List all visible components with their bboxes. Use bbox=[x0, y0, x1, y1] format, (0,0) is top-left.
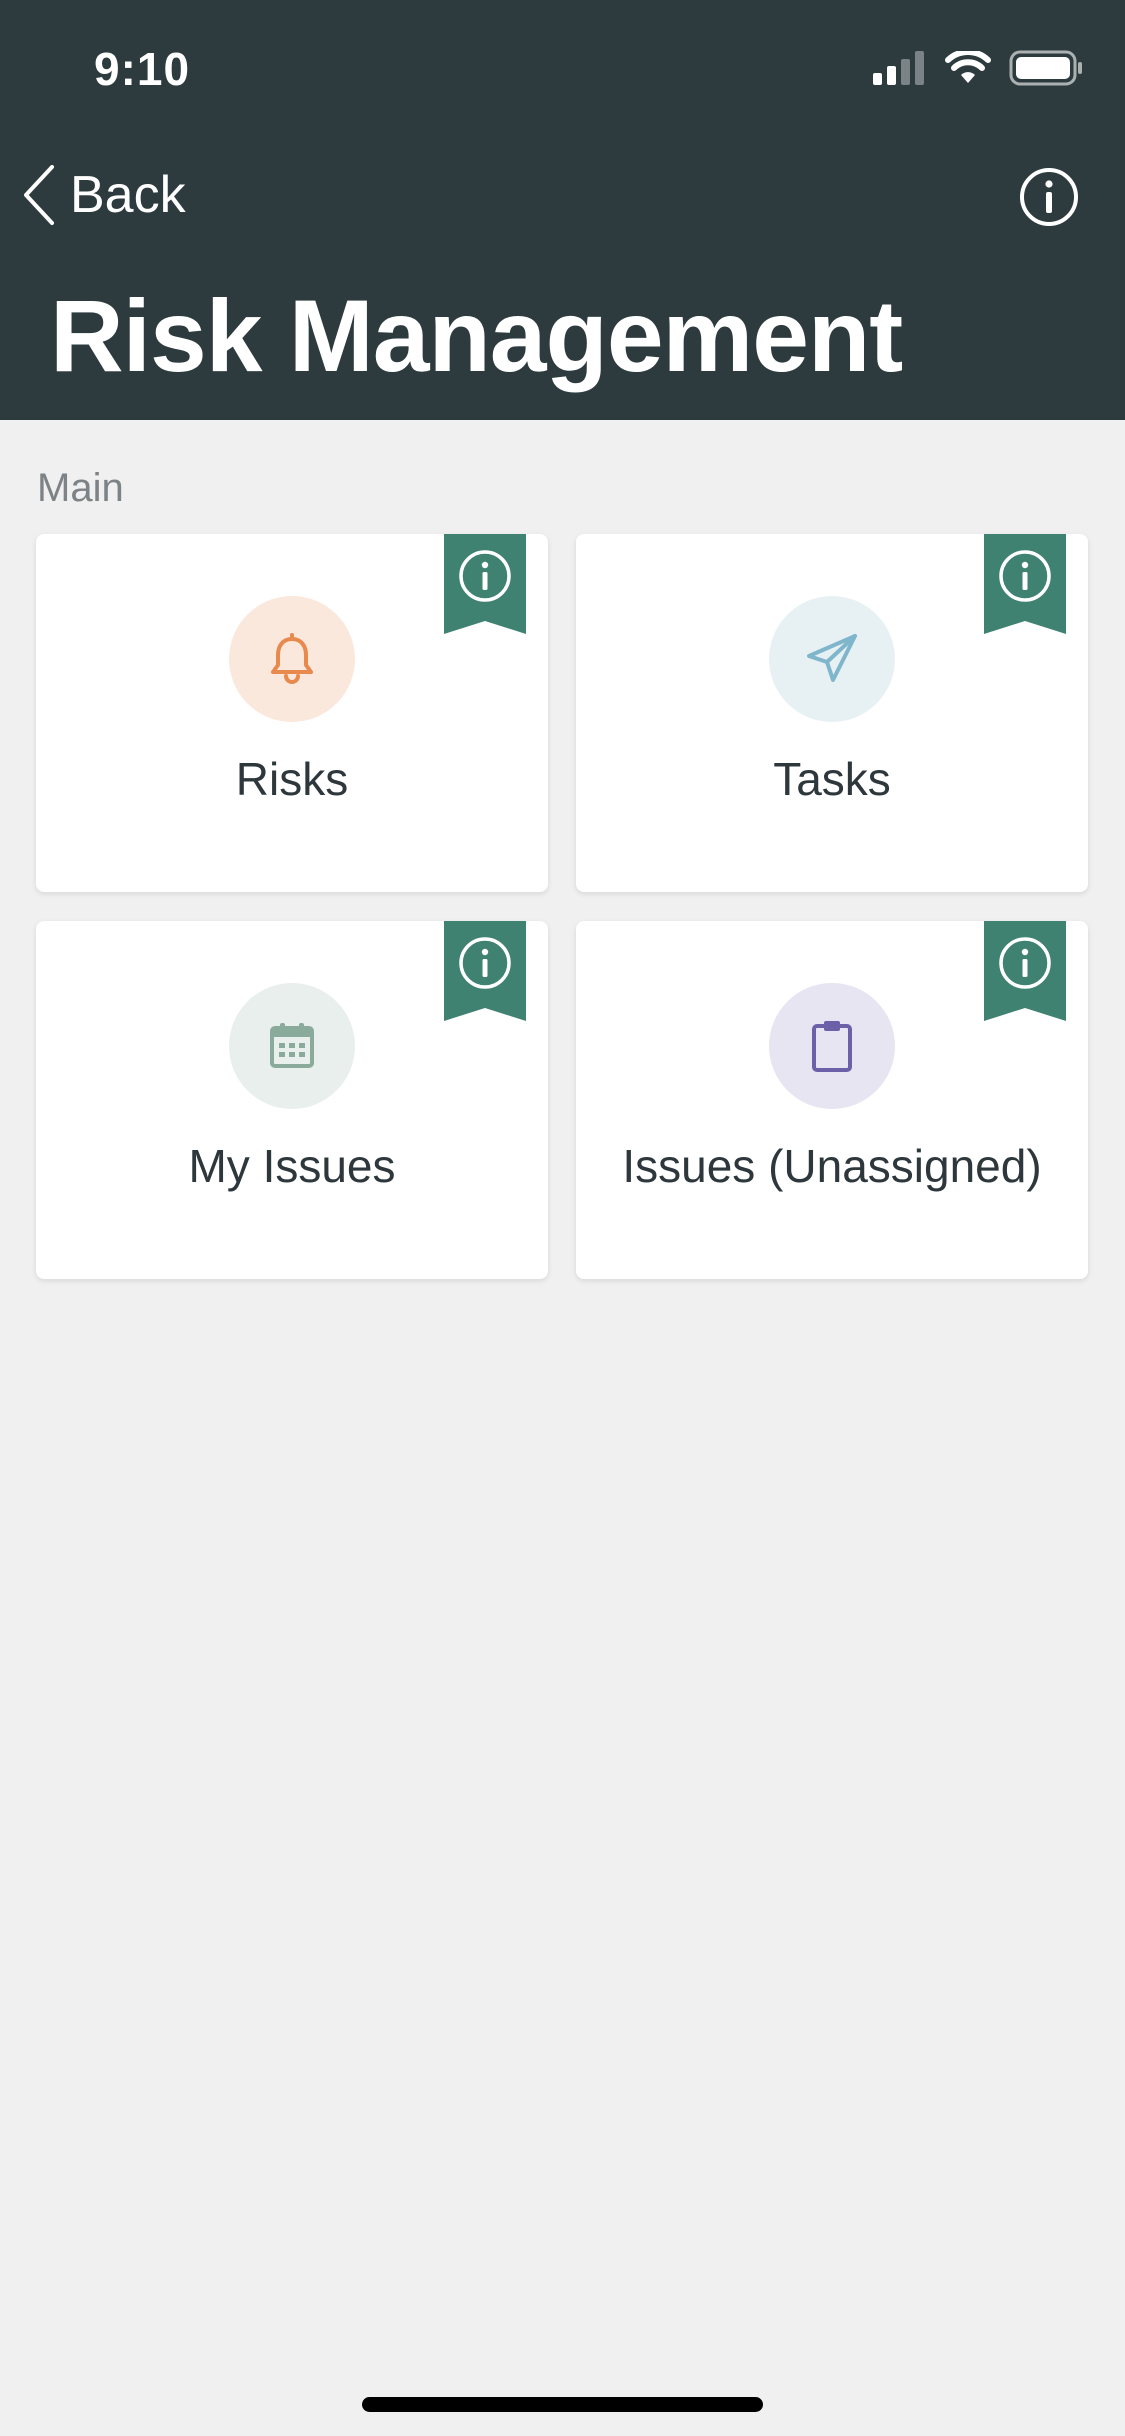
paper-plane-icon bbox=[807, 634, 857, 682]
ribbon-info-button[interactable] bbox=[984, 534, 1066, 634]
ribbon-info-button[interactable] bbox=[984, 921, 1066, 1021]
status-icons bbox=[873, 50, 1083, 86]
home-indicator[interactable] bbox=[362, 2397, 763, 2412]
battery-icon bbox=[1009, 50, 1082, 86]
risks-card[interactable]: Risks bbox=[36, 534, 548, 892]
clipboard-icon bbox=[812, 1021, 852, 1072]
chevron-left-icon bbox=[24, 165, 54, 225]
info-button[interactable] bbox=[1019, 167, 1079, 232]
wifi-icon bbox=[945, 51, 991, 83]
ribbon-info-button[interactable] bbox=[444, 534, 526, 634]
unassigned-issues-card[interactable]: Issues (Unassigned) bbox=[576, 921, 1088, 1279]
info-icon bbox=[1020, 168, 1078, 226]
card-label: Risks bbox=[235, 753, 349, 805]
page-title: Risk Management bbox=[50, 279, 903, 393]
bell-icon bbox=[271, 633, 313, 684]
signal-icon bbox=[873, 51, 924, 85]
back-button[interactable]: Back bbox=[22, 164, 186, 226]
nav-header: 9:10 Back Risk Management bbox=[0, 0, 1125, 420]
calendar-icon bbox=[270, 1023, 314, 1068]
section-label: Main bbox=[37, 466, 124, 510]
card-icon-circle bbox=[769, 983, 895, 1109]
tasks-card[interactable]: Tasks bbox=[576, 534, 1088, 892]
ribbon-info-button[interactable] bbox=[444, 921, 526, 1021]
card-label: Tasks bbox=[773, 753, 891, 805]
card-label: My Issues bbox=[188, 1140, 396, 1192]
my-issues-card[interactable]: My Issues bbox=[36, 921, 548, 1279]
card-icon-circle bbox=[229, 596, 355, 722]
card-icon-circle bbox=[229, 983, 355, 1109]
card-icon-circle bbox=[769, 596, 895, 722]
card-label: Issues (Unassigned) bbox=[622, 1140, 1042, 1192]
status-time: 9:10 bbox=[94, 43, 191, 95]
back-label: Back bbox=[70, 166, 186, 224]
